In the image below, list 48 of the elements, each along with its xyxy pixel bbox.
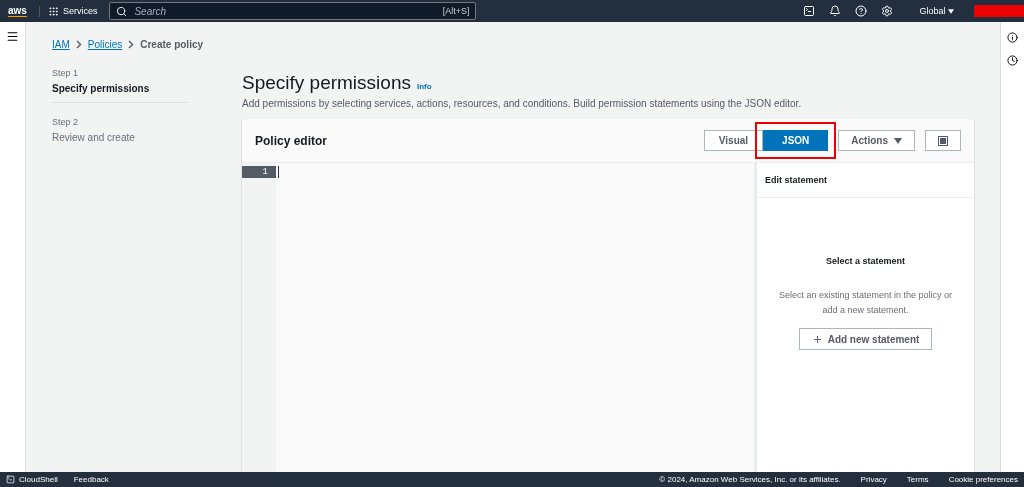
actions-button[interactable]: Actions <box>838 130 915 151</box>
chevron-icon <box>128 39 135 49</box>
redaction-block <box>974 5 1024 17</box>
search-field[interactable]: Search <box>132 4 438 18</box>
empty-text: Select an existing statement in the policy or add a new statement. <box>777 289 954 317</box>
bell-icon[interactable] <box>829 5 842 17</box>
info-icon[interactable] <box>1007 32 1018 43</box>
settings-icon[interactable] <box>881 5 894 17</box>
caret-icon <box>948 9 954 14</box>
copyright-text: © 2024, Amazon Web Services, Inc. or its affiliates. <box>659 475 841 484</box>
footer-link[interactable]: Privacy <box>860 475 887 484</box>
fullscreen-button[interactable] <box>925 130 961 151</box>
plus-icon <box>811 333 823 345</box>
info-link[interactable]: Info <box>416 82 432 91</box>
step-label[interactable]: Review and create <box>52 132 187 143</box>
caret-icon <box>894 137 902 144</box>
breadcrumb-link[interactable]: Policies <box>87 38 123 50</box>
menu-icon[interactable] <box>6 30 19 43</box>
breadcrumb-link[interactable]: IAM <box>52 38 70 50</box>
card-title: Policy editor <box>255 133 328 148</box>
cloudshell-button[interactable]: CloudShell <box>6 475 58 484</box>
region-menu[interactable]: Global <box>913 5 960 17</box>
breadcrumb-current: Create policy <box>140 38 204 50</box>
footer-link[interactable]: Cookie preferences <box>948 475 1018 484</box>
page-title: Specify permissions <box>242 72 411 94</box>
footer-link[interactable]: Terms <box>906 475 929 484</box>
chevron-icon <box>75 39 82 49</box>
step-label[interactable]: Specify permissions <box>52 83 187 94</box>
search-icon <box>116 5 128 17</box>
search-bar[interactable]: Search [Alt+S] <box>109 2 477 20</box>
help-icon[interactable] <box>855 5 868 17</box>
grid-icon <box>47 5 59 17</box>
step-number: Step 1 <box>52 68 80 78</box>
terminal-icon <box>6 475 15 484</box>
clock-icon[interactable] <box>1007 55 1018 66</box>
square-icon <box>938 135 948 146</box>
feedback-link[interactable]: Feedback <box>73 475 109 484</box>
add-statement-button[interactable]: Add new statement <box>798 328 933 350</box>
mode-toggle[interactable]: Visual <box>703 130 764 151</box>
shortcut-hint: [Alt+S] <box>442 6 470 16</box>
services-button[interactable]: Services <box>38 5 106 17</box>
panel-title: Edit statement <box>757 163 974 198</box>
line-number: 1 <box>242 166 276 178</box>
empty-title: Select a statement <box>825 256 905 266</box>
logo[interactable]: aws <box>8 5 27 17</box>
step-number: Step 2 <box>52 117 80 127</box>
page-description: Add permissions by selecting services, actions, resources, and conditions. Build permission statements using the JSON editor. <box>242 98 803 109</box>
terminal-icon[interactable] <box>803 5 816 17</box>
